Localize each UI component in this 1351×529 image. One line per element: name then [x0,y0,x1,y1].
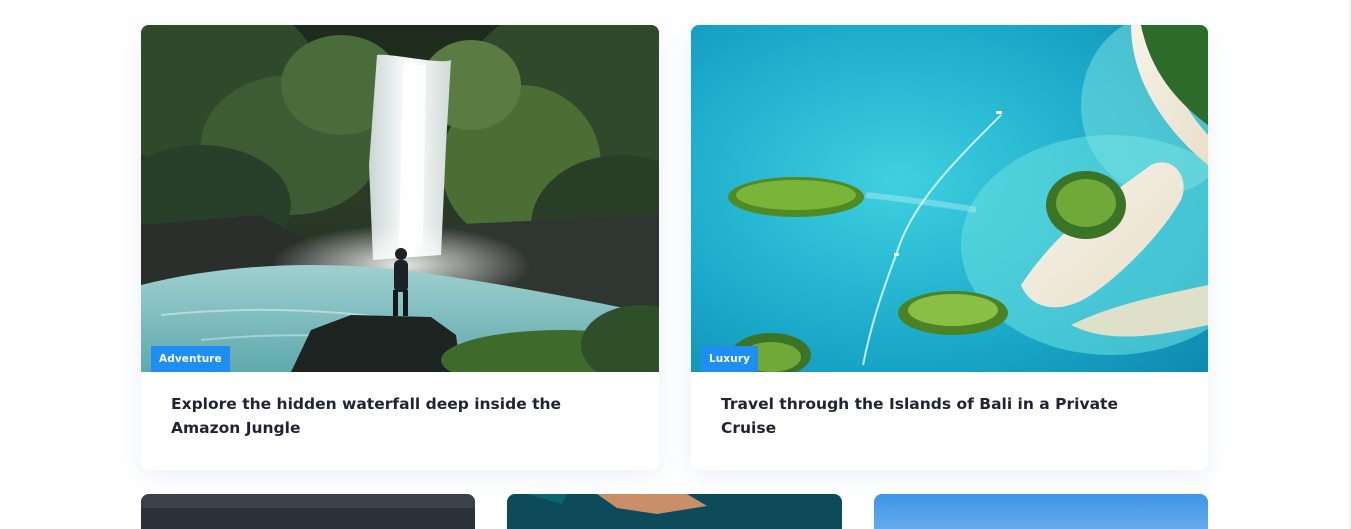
article-title[interactable]: Travel through the Islands of Bali in a … [691,372,1208,440]
category-badge[interactable]: Luxury [701,346,759,372]
islands-aerial-photo[interactable]: Luxury [691,25,1208,372]
category-badge[interactable]: Adventure [151,346,230,372]
page: Adventure Explore the hidden waterfall d… [0,0,1351,529]
article-card-islands[interactable]: Luxury Travel through the Islands of Bal… [691,25,1208,470]
waterfall-image [141,25,659,372]
scrollbar-edge [1349,0,1350,529]
article-title[interactable]: Explore the hidden waterfall deep inside… [141,372,659,440]
article-card-dark-coast[interactable] [141,494,475,529]
article-card-waterfall[interactable]: Adventure Explore the hidden waterfall d… [141,25,659,470]
islands-image [691,25,1208,372]
rocky-island-photo [507,494,842,529]
article-card-blue-sky[interactable] [874,494,1208,529]
waterfall-photo[interactable]: Adventure [141,25,659,372]
dark-coast-photo [141,494,475,529]
blue-sky-photo [874,494,1208,529]
article-card-rocky-island[interactable] [507,494,842,529]
